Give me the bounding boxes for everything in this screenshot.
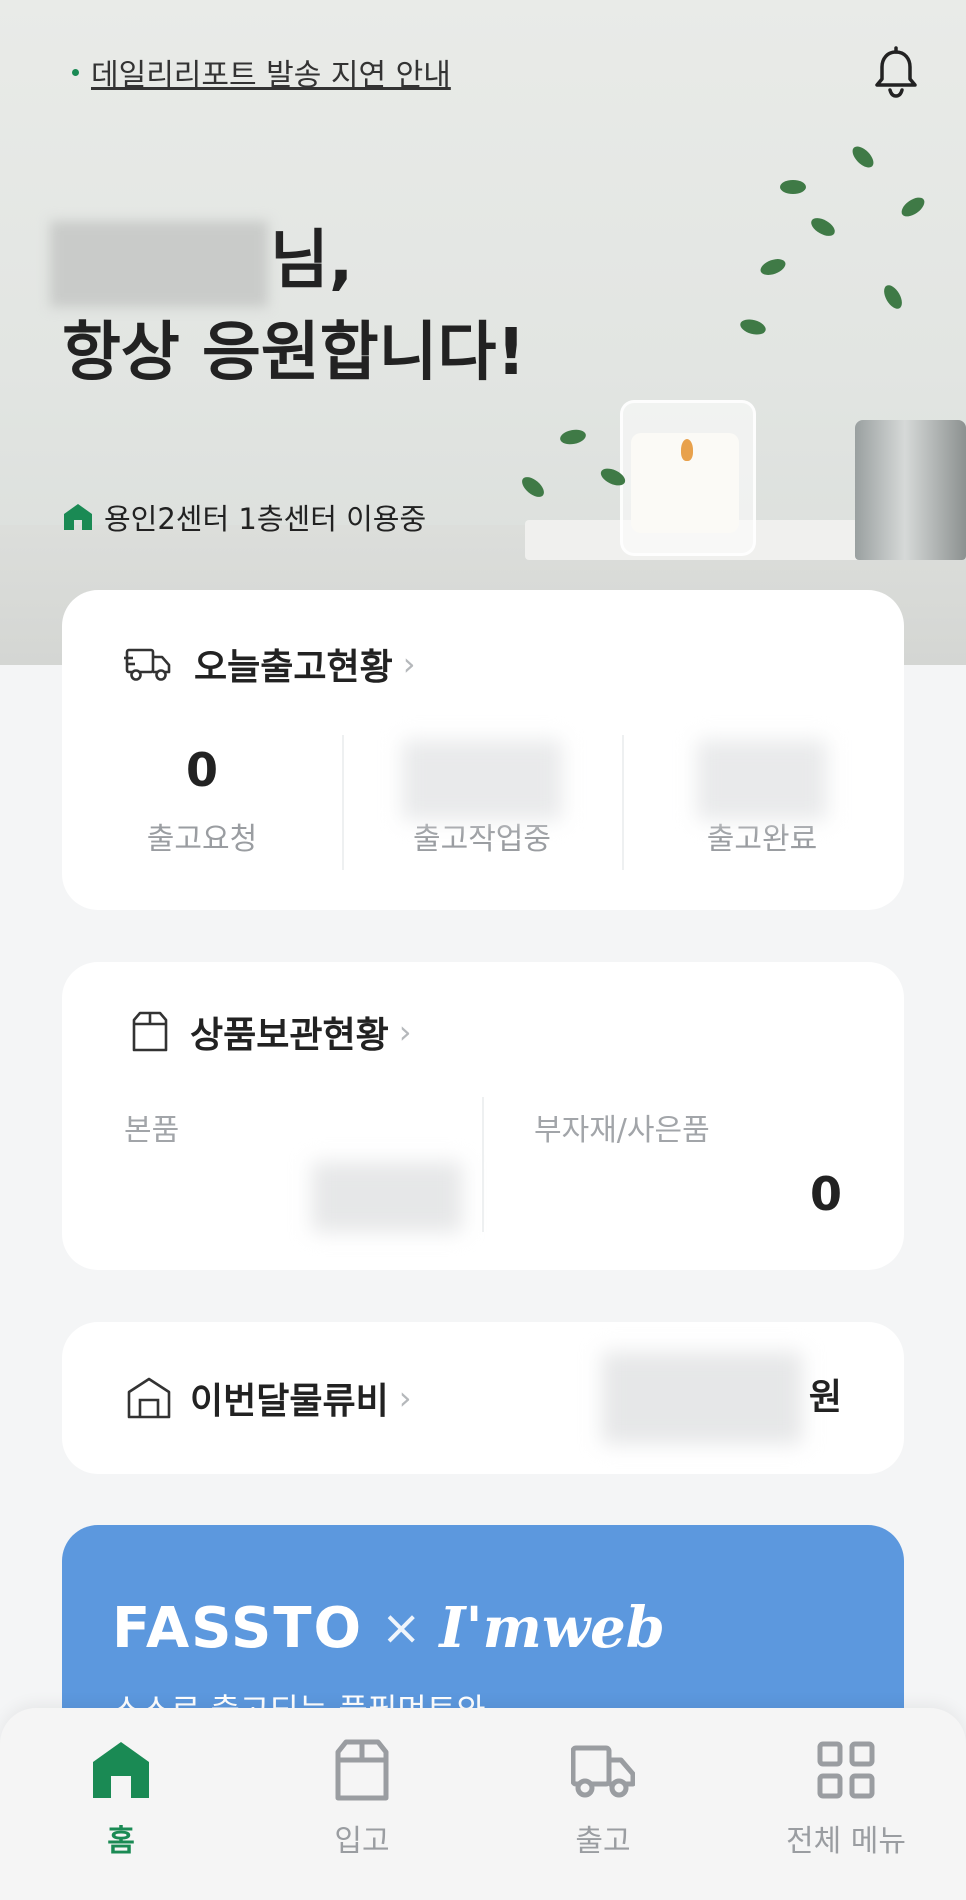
grid-icon [817, 1741, 875, 1799]
nav-item-all-menu[interactable]: 전체 메뉴 [746, 1738, 946, 1860]
brand-separator: × [381, 1600, 422, 1656]
leaf-decor [848, 142, 878, 172]
leaf-decor [808, 214, 838, 240]
stat-outbound-complete[interactable]: 출고완료 [642, 740, 882, 858]
greeting: 님, 항상 응원합니다! [50, 215, 526, 399]
storage-card-header[interactable]: 상품보관현황 › [128, 1006, 412, 1058]
center-status-text: 용인2센터 1층센터 이용중 [104, 502, 427, 536]
nav-item-home[interactable]: 홈 [21, 1738, 221, 1860]
storage-card-title: 상품보관현황 [190, 1015, 389, 1056]
outbound-card-title: 오늘출고현황 [194, 647, 393, 688]
chevron-right-icon[interactable]: › [399, 1379, 412, 1417]
banner-brand: FASSTO × I'mweb [112, 1595, 665, 1661]
leaf-decor [780, 180, 806, 194]
leaf-decor [738, 316, 768, 338]
warehouse-icon [127, 1377, 171, 1419]
greeting-line2: 항상 응원합니다! [62, 316, 526, 391]
sub-material-value: 0 [809, 1167, 842, 1221]
fee-card-title: 이번달물류비 [190, 1381, 389, 1422]
fee-value-blurred [602, 1352, 802, 1444]
monthly-fee-card[interactable]: 이번달물류비 › 원 [62, 1322, 904, 1474]
center-status: 용인2센터 1층센터 이용중 [62, 496, 426, 538]
home-icon [93, 1742, 149, 1798]
stat-label: 출고요청 [146, 822, 258, 857]
outbound-status-card[interactable]: 오늘출고현황 › 0 출고요청 출고작업중 출고완료 [62, 590, 904, 910]
main-product-value-blurred [312, 1162, 462, 1232]
brand-fassto: FASSTO [112, 1595, 364, 1661]
stat-label: 출고작업중 [413, 822, 551, 857]
outbound-card-header[interactable]: 오늘출고현황 › [124, 638, 416, 690]
nav-label: 홈 [107, 1824, 135, 1859]
stat-value-blurred [642, 740, 882, 820]
truck-icon [571, 1745, 635, 1798]
user-name-blurred [50, 221, 268, 308]
bell-icon[interactable] [868, 44, 924, 100]
bottom-nav: 홈 입고 출고 전체 메뉴 [0, 1708, 966, 1900]
stat-label: 출고완료 [706, 822, 818, 857]
divider [622, 735, 624, 870]
nav-label: 입고 [334, 1824, 390, 1859]
main-product-label: 본품 [124, 1113, 180, 1148]
home-icon [64, 504, 92, 530]
truck-icon [124, 648, 171, 681]
leaf-decor [880, 282, 906, 312]
brand-imweb: I'mweb [439, 1595, 665, 1661]
stat-outbound-request[interactable]: 0 출고요청 [82, 740, 322, 858]
notice-text[interactable]: 데일리리포트 발송 지연 안내 [91, 50, 451, 94]
sub-material-label: 부자재/사은품 [534, 1113, 710, 1148]
leaf-decor [558, 427, 588, 447]
candle-decor [620, 400, 756, 556]
vase-decor [855, 420, 966, 560]
fee-currency: 원 [808, 1377, 842, 1418]
leaf-decor [518, 473, 548, 501]
nav-label: 전체 메뉴 [786, 1824, 906, 1859]
leaf-decor [898, 193, 928, 221]
box-icon [335, 1739, 389, 1801]
stat-value-blurred [362, 740, 602, 820]
hero-section: 데일리리포트 발송 지연 안내 님, 항상 응원합니다! 용인2센터 1층센터 … [0, 0, 966, 665]
greeting-suffix: 님, [270, 224, 354, 298]
nav-item-outbound[interactable]: 출고 [503, 1738, 703, 1860]
storage-status-card[interactable]: 상품보관현황 › 본품 부자재/사은품 0 [62, 962, 904, 1270]
divider [342, 735, 344, 870]
nav-label: 출고 [575, 1824, 631, 1859]
stat-outbound-in-progress[interactable]: 출고작업중 [362, 740, 602, 858]
notice-dot [72, 68, 79, 76]
nav-item-inbound[interactable]: 입고 [262, 1738, 462, 1860]
divider [482, 1097, 484, 1232]
chevron-right-icon[interactable]: › [403, 645, 416, 683]
fee-card-header[interactable]: 이번달물류비 › [126, 1372, 412, 1424]
chevron-right-icon[interactable]: › [399, 1013, 412, 1051]
box-icon [132, 1011, 168, 1052]
stat-value: 0 [185, 743, 218, 797]
leaf-decor [758, 255, 788, 279]
notice-link[interactable]: 데일리리포트 발송 지연 안내 [72, 50, 451, 94]
